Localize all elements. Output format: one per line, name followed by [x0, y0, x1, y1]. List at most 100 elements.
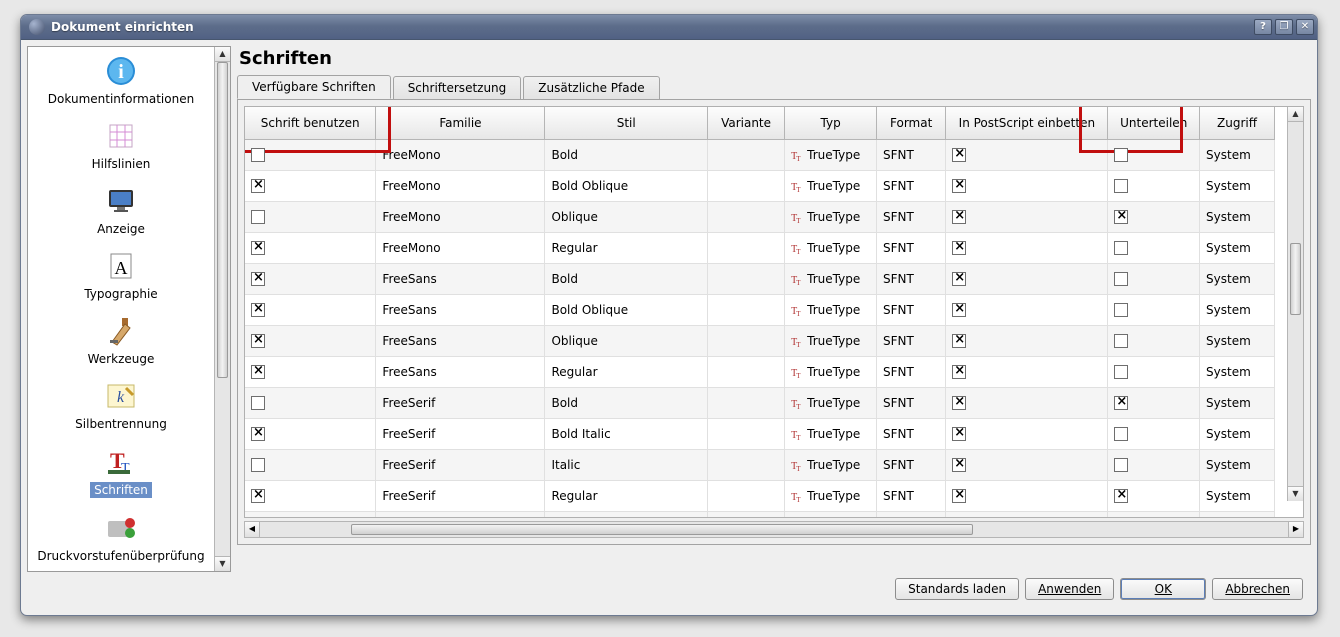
embed-checkbox[interactable] [952, 458, 966, 472]
embed-checkbox[interactable] [952, 303, 966, 317]
table-row[interactable]: FreeMonoRegularTrueTypeSFNTSystem [245, 233, 1275, 264]
apply-button[interactable]: Anwenden [1025, 578, 1114, 600]
embed-checkbox[interactable] [952, 396, 966, 410]
scroll-thumb[interactable] [217, 62, 228, 378]
use-font-checkbox[interactable] [251, 334, 265, 348]
column-header[interactable]: Familie [376, 107, 545, 140]
tab-schriftersetzung[interactable]: Schriftersetzung [393, 76, 522, 100]
use-font-checkbox[interactable] [251, 148, 265, 162]
cell-use [245, 357, 376, 388]
table-vertical-scrollbar[interactable]: ▲ ▼ [1287, 107, 1303, 501]
column-header[interactable]: Format [877, 107, 946, 140]
table-horizontal-scrollbar[interactable]: ◀ ▶ [244, 521, 1304, 538]
cell-embed [946, 202, 1108, 233]
subset-checkbox[interactable] [1114, 334, 1128, 348]
scroll-thumb[interactable] [351, 524, 973, 535]
scroll-left-icon[interactable]: ◀ [245, 522, 260, 537]
subset-checkbox[interactable] [1114, 427, 1128, 441]
subset-checkbox[interactable] [1114, 241, 1128, 255]
tab-zus-tzliche-pfade[interactable]: Zusätzliche Pfade [523, 76, 659, 100]
embed-checkbox[interactable] [952, 148, 966, 162]
sidebar-item-anzeige[interactable]: Anzeige [28, 177, 214, 242]
titlebar[interactable]: Dokument einrichten ? ❐ ✕ [21, 15, 1317, 40]
embed-checkbox[interactable] [952, 272, 966, 286]
cell-format: SFNT [877, 171, 946, 202]
sidebar-item-typographie[interactable]: ATypographie [28, 242, 214, 307]
column-header[interactable]: Schrift benutzen [245, 107, 376, 140]
sidebar-item-pdf-[interactable]: PDF- [28, 569, 214, 571]
table-row[interactable]: FreeSansRegularTrueTypeSFNTSystem [245, 357, 1275, 388]
sidebar-item-silbentrennung[interactable]: kSilbentrennung [28, 372, 214, 437]
sidebar-item-druckvorstufen-berpr-fung[interactable]: Druckvorstufenüberprüfung [28, 504, 214, 569]
embed-checkbox[interactable] [952, 179, 966, 193]
ok-button[interactable]: OK [1120, 578, 1206, 600]
table-row[interactable]: FreeSansBold ObliqueTrueTypeSFNTSystem [245, 295, 1275, 326]
table-row[interactable]: FreeSerifBoldTrueTypeSFNTSystem [245, 388, 1275, 419]
sidebar-item-hilfslinien[interactable]: Hilfslinien [28, 112, 214, 177]
use-font-checkbox[interactable] [251, 179, 265, 193]
use-font-checkbox[interactable] [251, 303, 265, 317]
cell-embed [946, 419, 1108, 450]
maximize-button[interactable]: ❐ [1275, 19, 1293, 35]
scroll-up-icon[interactable]: ▲ [215, 47, 230, 62]
table-row[interactable]: FreeMonoBoldTrueTypeSFNTSystem [245, 140, 1275, 171]
scroll-right-icon[interactable]: ▶ [1288, 522, 1303, 537]
embed-checkbox[interactable] [952, 334, 966, 348]
table-row[interactable]: FreeMonoBold ObliqueTrueTypeSFNTSystem [245, 171, 1275, 202]
subset-checkbox[interactable] [1114, 365, 1128, 379]
help-button[interactable]: ? [1254, 19, 1272, 35]
column-header[interactable]: In PostScript einbetten [946, 107, 1108, 140]
embed-checkbox[interactable] [952, 365, 966, 379]
cell-family: FreeSans [376, 295, 545, 326]
sidebar-item-dokumentinformationen[interactable]: iDokumentinformationen [28, 47, 214, 112]
subset-checkbox[interactable] [1114, 179, 1128, 193]
table-row[interactable]: FreeSansObliqueTrueTypeSFNTSystem [245, 326, 1275, 357]
table-row[interactable]: FreeSerifRegularTrueTypeSFNTSystem [245, 481, 1275, 512]
table-row[interactable]: FreeSerifItalicTrueTypeSFNTSystem [245, 450, 1275, 481]
sidebar-item-schriften[interactable]: TTSchriften [28, 437, 214, 504]
column-header[interactable]: Typ [785, 107, 877, 140]
subset-checkbox[interactable] [1114, 148, 1128, 162]
tab-bar: Verfügbare SchriftenSchriftersetzungZusä… [237, 75, 1311, 100]
column-header[interactable]: Unterteilen [1108, 107, 1200, 140]
subset-checkbox[interactable] [1114, 272, 1128, 286]
scroll-down-icon[interactable]: ▼ [215, 556, 230, 571]
subset-checkbox[interactable] [1114, 396, 1128, 410]
subset-checkbox[interactable] [1114, 303, 1128, 317]
use-font-checkbox[interactable] [251, 427, 265, 441]
use-font-checkbox[interactable] [251, 396, 265, 410]
cell-embed [946, 388, 1108, 419]
use-font-checkbox[interactable] [251, 365, 265, 379]
column-header[interactable]: Stil [545, 107, 707, 140]
load-defaults-button[interactable]: Standards laden [895, 578, 1019, 600]
sidebar-item-werkzeuge[interactable]: Werkzeuge [28, 307, 214, 372]
cell-subset [1108, 419, 1200, 450]
use-font-checkbox[interactable] [251, 489, 265, 503]
close-button[interactable]: ✕ [1296, 19, 1314, 35]
column-header[interactable]: Zugriff [1200, 107, 1275, 140]
scroll-thumb[interactable] [1290, 243, 1301, 315]
cell-format: SFNT [877, 481, 946, 512]
scroll-up-icon[interactable]: ▲ [1288, 107, 1303, 122]
embed-checkbox[interactable] [952, 210, 966, 224]
table-row[interactable]: Gentium BasicBoldTrueTypeSFNTSystem [245, 512, 1275, 519]
subset-checkbox[interactable] [1114, 210, 1128, 224]
cancel-button[interactable]: Abbrechen [1212, 578, 1303, 600]
use-font-checkbox[interactable] [251, 241, 265, 255]
table-row[interactable]: FreeMonoObliqueTrueTypeSFNTSystem [245, 202, 1275, 233]
subset-checkbox[interactable] [1114, 458, 1128, 472]
scroll-down-icon[interactable]: ▼ [1288, 486, 1303, 501]
table-row[interactable]: FreeSerifBold ItalicTrueTypeSFNTSystem [245, 419, 1275, 450]
apply-label: Anwenden [1038, 582, 1101, 596]
embed-checkbox[interactable] [952, 427, 966, 441]
table-row[interactable]: FreeSansBoldTrueTypeSFNTSystem [245, 264, 1275, 295]
embed-checkbox[interactable] [952, 489, 966, 503]
tab-verf-gbare-schriften[interactable]: Verfügbare Schriften [237, 75, 391, 99]
subset-checkbox[interactable] [1114, 489, 1128, 503]
sidebar-scrollbar[interactable]: ▲ ▼ [214, 47, 230, 571]
column-header[interactable]: Variante [707, 107, 784, 140]
embed-checkbox[interactable] [952, 241, 966, 255]
use-font-checkbox[interactable] [251, 272, 265, 286]
use-font-checkbox[interactable] [251, 210, 265, 224]
use-font-checkbox[interactable] [251, 458, 265, 472]
